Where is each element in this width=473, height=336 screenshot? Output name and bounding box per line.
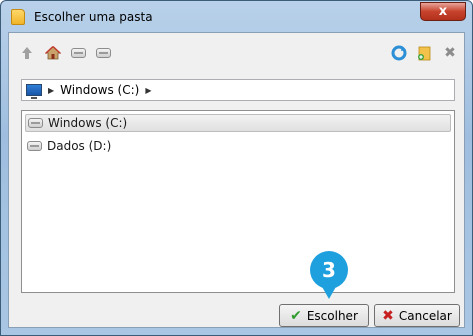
title-bar[interactable]: Escolher uma pasta x bbox=[1, 1, 472, 32]
window-title: Escolher uma pasta bbox=[34, 10, 153, 24]
chevron-right-icon[interactable]: ▶ bbox=[145, 86, 151, 95]
chevron-right-icon[interactable]: ▶ bbox=[48, 86, 54, 95]
list-item-label: Windows (C:) bbox=[48, 116, 128, 130]
close-button[interactable]: x bbox=[420, 2, 466, 21]
drive-icon bbox=[28, 118, 43, 128]
new-folder-icon[interactable] bbox=[417, 45, 433, 61]
delete-icon[interactable]: ✖ bbox=[442, 45, 458, 61]
cancel-button[interactable]: ✖ Cancelar bbox=[374, 304, 460, 327]
folder-list[interactable]: Windows (C:) Dados (D:) bbox=[21, 110, 455, 293]
up-arrow-icon[interactable] bbox=[19, 45, 35, 61]
list-item[interactable]: Windows (C:) bbox=[25, 114, 451, 132]
step-number: 3 bbox=[322, 258, 336, 282]
drive-icon[interactable] bbox=[70, 45, 86, 61]
home-icon[interactable] bbox=[45, 45, 61, 61]
folder-icon bbox=[11, 9, 25, 25]
breadcrumb-segment[interactable]: Windows (C:) bbox=[60, 83, 139, 97]
dialog-body: ✖ ▶ Windows (C:) ▶ Windows (C:) Dados (D… bbox=[8, 32, 465, 328]
choose-button[interactable]: ✔ Escolher bbox=[279, 304, 369, 327]
checkmark-icon: ✔ bbox=[290, 307, 302, 324]
list-item[interactable]: Dados (D:) bbox=[25, 137, 451, 155]
computer-icon bbox=[26, 84, 42, 99]
cross-icon: ✖ bbox=[382, 307, 394, 324]
cancel-button-label: Cancelar bbox=[398, 308, 452, 323]
refresh-icon[interactable] bbox=[391, 45, 407, 61]
list-item-label: Dados (D:) bbox=[47, 139, 112, 153]
toolbar: ✖ bbox=[9, 33, 464, 74]
step-badge: 3 bbox=[310, 251, 348, 289]
choose-button-label: Escolher bbox=[306, 308, 358, 323]
breadcrumb[interactable]: ▶ Windows (C:) ▶ bbox=[21, 79, 455, 101]
drive-icon bbox=[27, 141, 42, 151]
step-pointer-icon bbox=[321, 285, 337, 299]
close-icon: x bbox=[438, 4, 448, 19]
drive-icon[interactable] bbox=[95, 45, 111, 61]
dialog-window: Escolher uma pasta x ✖ ▶ Windows (C:) ▶ … bbox=[0, 0, 473, 336]
